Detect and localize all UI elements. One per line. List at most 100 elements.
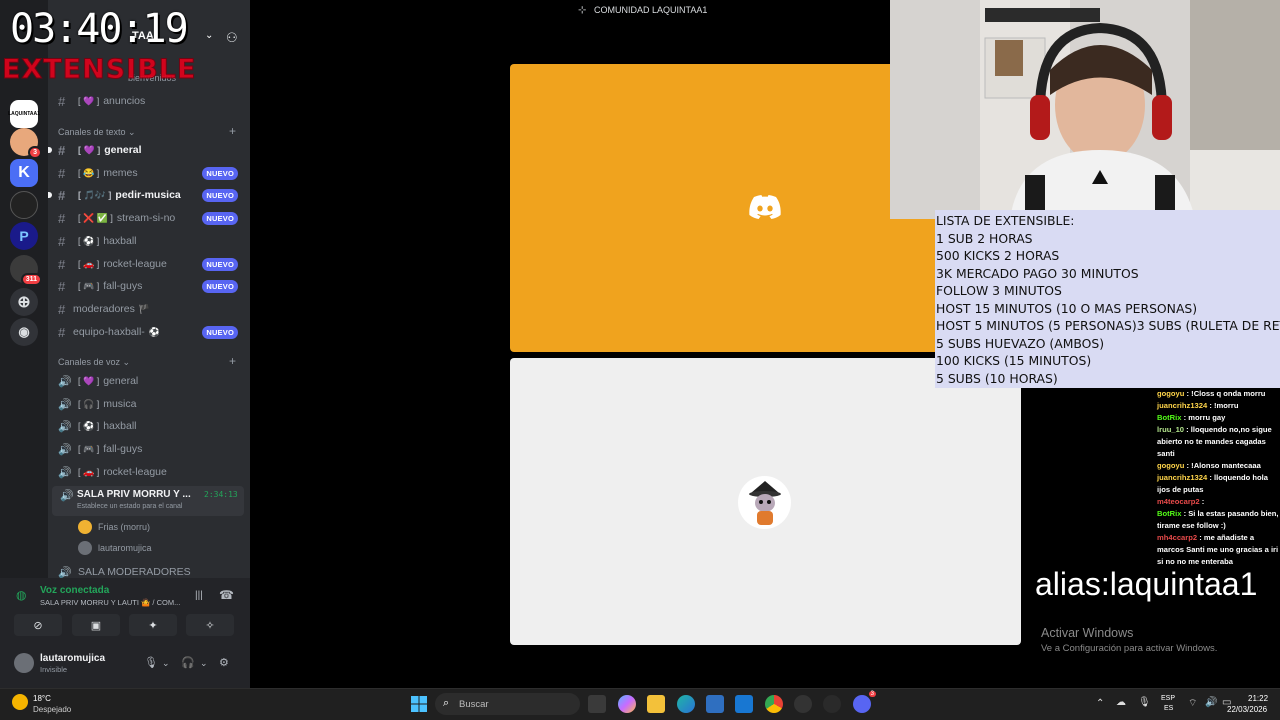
username[interactable]: lautaromujica — [40, 653, 105, 664]
volume-icon[interactable]: 🔊 — [1205, 697, 1217, 708]
obs-icon[interactable] — [794, 695, 812, 713]
mail-icon[interactable] — [735, 695, 753, 713]
channel-fall-guys[interactable]: # [ 🎮 ] fall-guys NUEVO — [58, 276, 244, 296]
voice-channel-general[interactable]: 🔊 [ 💜 ] general — [58, 371, 244, 391]
chat-username[interactable]: lruu_10 — [1157, 425, 1184, 434]
voice-channel-fall-guys[interactable]: 🔊 [ 🎮 ] fall-guys — [58, 439, 244, 459]
microphone-icon[interactable]: 🎙 — [144, 656, 158, 669]
keyboard-layout[interactable]: ES — [1164, 705, 1173, 712]
wifi-icon[interactable]: ⌔ — [1188, 697, 1197, 710]
discord-taskbar-icon[interactable]: 3 — [853, 691, 876, 713]
add-channel-icon[interactable]: + — [229, 354, 236, 368]
chat-username[interactable]: gogoyu — [1157, 389, 1184, 398]
channel-equipo-haxball-[interactable]: # equipo-haxball- ⚽ NUEVO — [58, 322, 244, 342]
voice-channel-musica[interactable]: 🔊 [ 🎧 ] musica — [58, 394, 244, 414]
kick-icon[interactable]: K — [10, 159, 38, 187]
hash-icon: # — [58, 93, 66, 109]
chevron-down-icon[interactable]: ⌄ — [205, 30, 213, 41]
chat-username[interactable]: juancrihz1324 — [1157, 401, 1207, 410]
headphones-icon[interactable]: 🎧 — [181, 656, 195, 669]
cloud-icon[interactable]: ☁ — [1116, 697, 1126, 708]
list-item: 5 SUBS HUEVAZO (AMBOS) — [936, 335, 1105, 351]
windows-start-icon[interactable] — [411, 696, 427, 712]
chat-username[interactable]: juancrihz1324 — [1157, 473, 1207, 482]
channel-label: musica — [103, 398, 137, 410]
screen-share-icon[interactable]: ▣ — [72, 614, 120, 636]
chat-message: juancrihz1324 : lloquendo hola ijos de p… — [1157, 472, 1280, 496]
edge-icon[interactable] — [677, 695, 695, 713]
copilot-icon[interactable] — [618, 695, 636, 713]
camera-toggle-icon[interactable]: ⊘ — [14, 614, 62, 636]
voice-channel-rocket-league[interactable]: 🔊 [ 🚗 ] rocket-league — [58, 462, 244, 482]
taskbar-search[interactable]: ⌕ Buscar — [435, 693, 580, 715]
active-voice-name: SALA PRIV MORRU Y ... — [77, 489, 191, 500]
explore-icon[interactable]: ◉ — [10, 318, 38, 346]
chat-username[interactable]: BotRix — [1157, 509, 1181, 518]
settings-gear-icon[interactable]: ⚙ — [219, 656, 229, 669]
store-icon[interactable] — [706, 695, 724, 713]
chevron-down-icon[interactable]: ⌄ — [200, 658, 208, 669]
add-member-icon[interactable]: ⚇ — [226, 30, 238, 46]
channel-general[interactable]: # [ 💜 ] general — [58, 140, 244, 160]
channel-moderadores[interactable]: # moderadores 🏴 — [58, 299, 244, 319]
disconnect-icon[interactable]: ☎ — [219, 588, 234, 602]
chevron-down-icon[interactable]: ⌄ — [162, 658, 170, 669]
voice-channel-path[interactable]: SALA PRIV MORRU Y LAUTI 🤷 / COM... — [40, 598, 180, 607]
chat-message: marcos Santi me uno gracias a iri si no … — [1157, 544, 1280, 568]
chat-username[interactable]: m4teocarp2 — [1157, 497, 1200, 506]
server-icon-laquintaa1[interactable]: LAQUINTAA1 — [8, 100, 40, 128]
weather-desc[interactable]: Despejado — [33, 705, 71, 714]
chat-text: : morru gay — [1181, 413, 1226, 422]
clock-time[interactable]: 21:22 — [1248, 694, 1268, 703]
channel-rocket-league[interactable]: # [ 🚗 ] rocket-league NUEVO — [58, 254, 244, 274]
category-text[interactable]: Canales de texto ⌄ — [58, 127, 136, 138]
voice-user[interactable]: Frias (morru) — [78, 520, 150, 534]
soundboard-icon[interactable]: ✧ — [186, 614, 234, 636]
voice-user[interactable]: lautaromujica — [78, 541, 152, 555]
app-icon[interactable] — [823, 695, 841, 713]
add-channel-icon[interactable]: + — [229, 124, 236, 138]
chat-username[interactable]: gogoyu — [1157, 461, 1184, 470]
activities-icon[interactable]: ✦ — [129, 614, 177, 636]
chat-username[interactable]: mh4ccarp2 — [1157, 533, 1197, 542]
channel-anuncios[interactable]: # [ 💜 ] anuncios — [58, 91, 244, 111]
language-code[interactable]: ESP — [1161, 695, 1175, 702]
chrome-icon[interactable] — [765, 695, 783, 713]
category-voice[interactable]: Canales de voz ⌄ — [58, 357, 130, 368]
chat-username[interactable]: BotRix — [1157, 413, 1181, 422]
server-icon-p[interactable]: P — [10, 222, 38, 250]
channel-emoji: [ 🚗 ] — [78, 258, 100, 269]
weather-temp[interactable]: 18°C — [33, 694, 51, 703]
add-server-icon[interactable]: ⊕ — [10, 288, 38, 316]
weather-icon[interactable] — [12, 694, 28, 710]
stage-title: COMUNIDAD LAQUINTAA1 — [594, 5, 708, 15]
noise-suppression-icon[interactable]: ||| — [195, 590, 203, 601]
channel-haxball[interactable]: # [ ⚽ ] haxball — [58, 231, 244, 251]
channel-emoji: [ ⚽ ] — [78, 420, 100, 431]
search-icon: ⌕ — [443, 697, 450, 709]
webcam-image — [890, 0, 1280, 219]
voice-connected-label[interactable]: Voz conectada — [40, 585, 109, 596]
chevron-up-icon[interactable]: ⌃ — [1096, 698, 1104, 709]
channel-stream-si-no[interactable]: # [ ❌ ✅ ] stream-si-no NUEVO — [58, 208, 244, 228]
voice-channel-haxball[interactable]: 🔊 [ ⚽ ] haxball — [58, 416, 244, 436]
channel-icon: ⊹ — [578, 5, 587, 16]
microphone-icon[interactable]: 🎙 — [1138, 697, 1151, 708]
channel-pedir-musica[interactable]: # [ 🎵🎶 ] pedir-musica NUEVO — [58, 185, 244, 205]
server-icon-4[interactable] — [10, 191, 38, 219]
channel-emoji: [ 🎮 ] — [78, 280, 100, 291]
server-icon-6[interactable]: 311 — [10, 255, 42, 286]
channel-memes[interactable]: # [ 😂 ] memes NUEVO — [58, 163, 244, 183]
channel-sala-moderadores[interactable]: 🔊 SALA MODERADORES — [58, 566, 244, 578]
list-item: 500 KICKS 2 HORAS — [936, 248, 1060, 263]
server-icon-2[interactable]: 3 — [10, 128, 42, 159]
chat-message: lruu_10 : lloquendo no,no sigue abierto … — [1157, 424, 1280, 460]
list-title: LISTA DE EXTENSIBLE: — [936, 213, 1075, 228]
voice-status-field[interactable]: Establece un estado para el canal — [77, 503, 182, 510]
chat-text: : — [1199, 497, 1205, 506]
file-explorer-icon[interactable] — [647, 695, 665, 713]
clock-date[interactable]: 22/03/2026 — [1227, 705, 1267, 714]
new-badge: NUEVO — [202, 280, 238, 293]
avatar[interactable] — [14, 653, 34, 673]
task-view-icon[interactable] — [588, 695, 606, 713]
